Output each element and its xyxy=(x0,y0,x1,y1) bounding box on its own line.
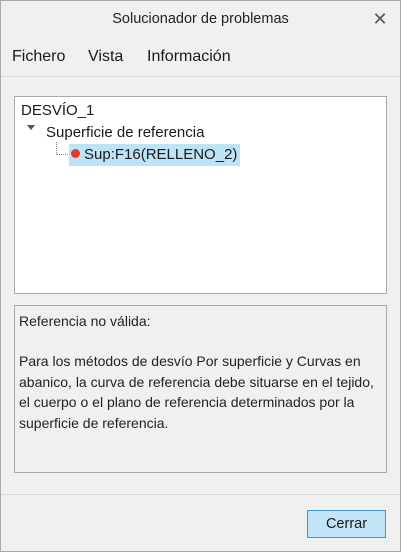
tree-leaf-selected[interactable]: Sup:F16(RELLENO_2) xyxy=(69,144,241,166)
menu-divider xyxy=(1,76,400,77)
message-heading: Referencia no válida: xyxy=(19,313,151,329)
expand-arrow-icon[interactable] xyxy=(27,125,35,130)
message-panel: Referencia no válida: Para los métodos d… xyxy=(14,305,387,473)
tree-leaf-label: Sup:F16(RELLENO_2) xyxy=(84,146,238,163)
menu-vista[interactable]: Vista xyxy=(88,48,123,66)
footer-divider xyxy=(1,494,400,495)
cerrar-button[interactable]: Cerrar xyxy=(307,510,386,538)
troubleshooter-dialog: Solucionador de problemas ✕ Fichero Vist… xyxy=(0,0,401,552)
menu-fichero[interactable]: Fichero xyxy=(12,48,65,66)
message-body: Para los métodos de desvío Por superfici… xyxy=(19,353,374,431)
error-dot-icon xyxy=(71,149,80,158)
tree-view[interactable]: DESVÍO_1 Superficie de referencia Sup:F1… xyxy=(14,96,387,294)
window-title: Solucionador de problemas xyxy=(112,11,289,27)
tree-root-item[interactable]: DESVÍO_1 xyxy=(21,102,94,119)
title-bar: Solucionador de problemas ✕ xyxy=(1,1,400,40)
menu-informacion[interactable]: Información xyxy=(147,48,231,66)
tree-connector-line xyxy=(56,154,68,156)
tree-node-reference-surface[interactable]: Superficie de referencia xyxy=(46,124,204,141)
close-icon[interactable]: ✕ xyxy=(370,8,390,30)
menu-bar: Fichero Vista Información xyxy=(1,41,400,74)
